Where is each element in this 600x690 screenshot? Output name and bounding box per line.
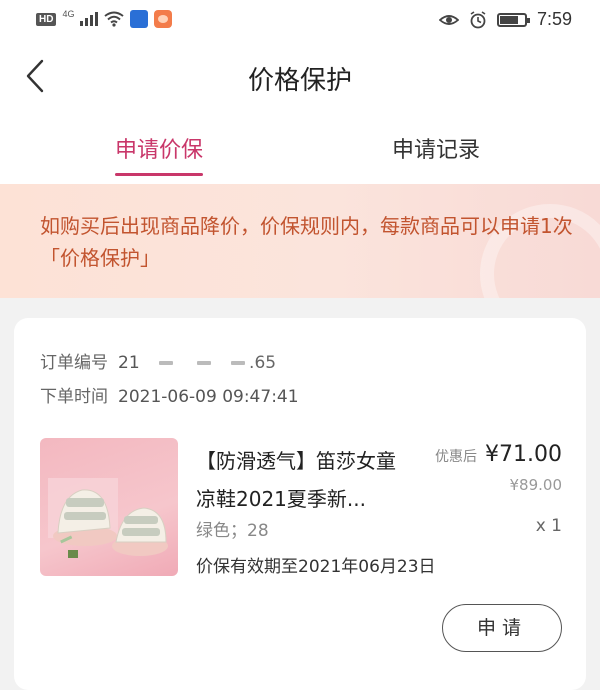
masked-segment [231,361,246,365]
alarm-icon [470,10,486,28]
notice-banner: 如购买后出现商品降价，价保规则内，每款商品可以申请1次「价格保护」 [0,184,600,298]
status-bar: HD 4G 7:59 [0,0,600,40]
order-card: 订单编号 21 .65 下单时间 2021-06-09 09:47:41 【防滑透气… [14,318,586,690]
battery-icon [496,12,530,27]
sandal-image [48,478,168,558]
top-nav-bar: 价格保护 [0,40,600,112]
order-time-row: 下单时间 2021-06-09 09:47:41 [40,382,299,407]
product-spec: 绿色；28 [196,521,269,541]
price-row: 优惠后 ¥71.00 [435,442,562,467]
order-number-row: 订单编号 21 .65 [40,348,276,373]
original-price: ¥89.00 [509,476,563,494]
tab-apply-price-protection[interactable]: 申请价保 [115,132,204,176]
status-left: HD 4G [36,9,173,28]
discounted-price: ¥71.00 [485,442,562,467]
signal-icon [80,12,99,26]
tab-bar: 申请价保 申请记录 [0,112,600,184]
order-number-suffix: .65 [249,353,277,373]
quantity: x 1 [535,516,562,536]
price-protection-validity: 价保有效期至2021年06月23日 [196,557,436,577]
page-title: 价格保护 [247,66,352,96]
order-time-label: 下单时间 [40,387,108,407]
masked-segment [159,361,174,365]
product-name[interactable]: 【防滑透气】笛莎女童凉鞋2021夏季新... [196,442,411,518]
masked-segment [197,361,212,365]
notice-text: 如购买后出现商品降价，价保规则内，每款商品可以申请1次「价格保护」 [40,214,573,270]
order-number-prefix: 21 [118,353,140,373]
eye-icon [438,14,459,25]
status-right: 7:59 [438,9,572,30]
order-time-value: 2021-06-09 09:47:41 [118,387,299,407]
apply-button[interactable]: 申请 [442,604,562,652]
app-notification-icon-2 [154,10,173,28]
tab-apply-records[interactable]: 申请记录 [392,132,480,164]
status-time: 7:59 [536,9,572,29]
app-notification-icon [130,10,149,28]
product-thumbnail[interactable] [40,438,178,576]
network-type: 4G [62,9,75,19]
wifi-icon [104,11,125,27]
price-label: 优惠后 [435,449,478,465]
order-number-label: 订单编号 [40,353,108,373]
hd-badge: HD [36,12,57,26]
